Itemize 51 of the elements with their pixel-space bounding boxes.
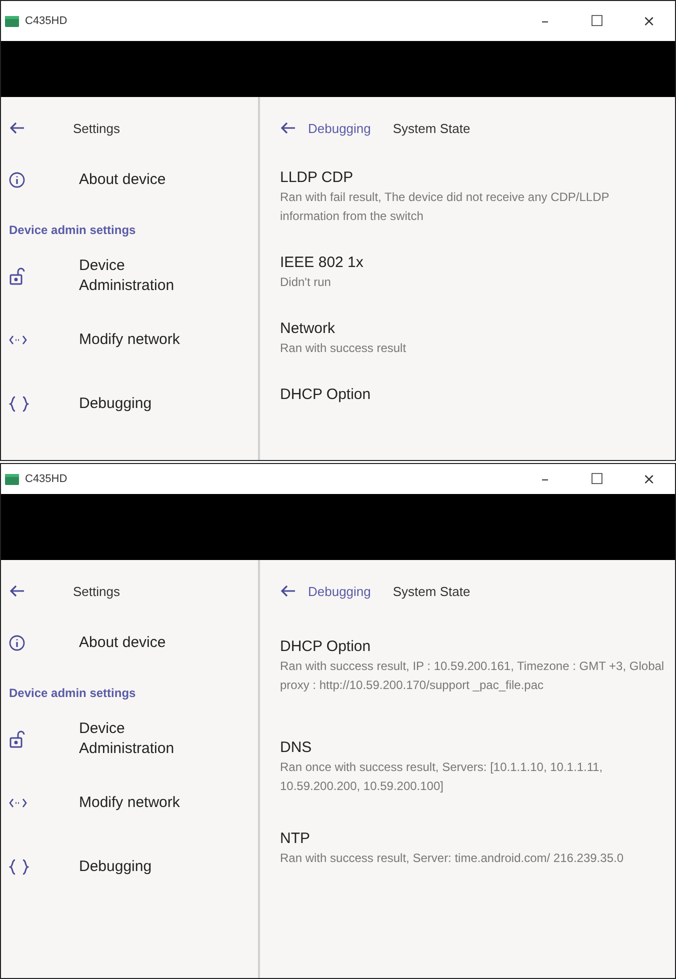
minimize-button[interactable]: – <box>519 8 571 34</box>
sidebar-item[interactable]: Modify network <box>79 330 189 350</box>
sidebar-item[interactable]: Debugging <box>79 394 189 414</box>
entry-detail: Ran once with success result, Servers: [10.1.1.10, 10.1.1.11, 10.59.200.200, 10.59.200.100] <box>280 759 604 795</box>
maximize-button[interactable]: ☐ <box>571 8 623 34</box>
info-icon <box>9 635 25 651</box>
unlocked-padlock-icon <box>9 267 25 285</box>
entry-title: DHCP Option <box>280 638 372 655</box>
entry-detail: Ran with success result, IP : 10.59.200.161, Timezone : GMT +3, Global proxy : http://10.59.200.170/support _pac_file.pac <box>280 658 666 694</box>
back-arrow-icon[interactable] <box>9 584 25 598</box>
braces-icon <box>9 396 29 412</box>
sidebar-item[interactable]: Modify network <box>79 793 189 813</box>
entry-detail: Ran with success result <box>280 340 408 357</box>
entry-detail: Ran with fail result, The device did not receive any CDP/LLDP information from the switch <box>280 189 610 225</box>
code-arrows-icon <box>9 334 27 346</box>
entry-detail: Ran with success result, Server: time.android.com/ 216.239.35.0 <box>280 850 624 867</box>
minimize-button[interactable]: – <box>519 466 571 492</box>
info-icon <box>9 172 25 188</box>
back-arrow-icon[interactable] <box>280 584 296 598</box>
window-title: C435HD <box>25 473 68 485</box>
app-icon <box>5 474 19 484</box>
sidebar-item[interactable]: Device Administration <box>79 256 189 296</box>
sidebar-item[interactable]: About device <box>79 170 189 190</box>
entry-title: IEEE 802 1x <box>280 254 364 271</box>
page-title: System State <box>392 584 470 598</box>
sidebar-item[interactable]: Debugging <box>79 857 189 877</box>
close-button[interactable]: × <box>623 8 675 34</box>
entry-title: DNS <box>280 739 313 756</box>
section-header: Device admin settings <box>8 223 137 237</box>
window-title: C435HD <box>25 15 68 27</box>
settings-label: Settings <box>73 584 120 598</box>
close-button[interactable]: × <box>623 466 675 492</box>
entry-title: NTP <box>280 830 311 847</box>
entry-title: DHCP Option <box>280 386 372 403</box>
section-header: Device admin settings <box>8 686 137 700</box>
app-icon <box>5 16 19 26</box>
page-title: System State <box>392 120 470 136</box>
entry-title: LLDP CDP <box>280 169 354 186</box>
sidebar-item[interactable]: About device <box>79 633 189 653</box>
breadcrumb-link[interactable]: Debugging <box>308 120 371 136</box>
back-arrow-icon[interactable] <box>280 121 296 135</box>
braces-icon <box>9 859 29 875</box>
back-arrow-icon[interactable] <box>9 121 25 135</box>
unlocked-padlock-icon <box>9 730 25 748</box>
sidebar-item[interactable]: Device Administration <box>79 719 189 759</box>
entry-title: Network <box>280 320 336 337</box>
settings-label: Settings <box>73 120 120 136</box>
entry-detail: Didn't run <box>280 274 332 291</box>
breadcrumb-link[interactable]: Debugging <box>308 584 371 598</box>
code-arrows-icon <box>9 797 27 809</box>
maximize-button[interactable]: ☐ <box>571 466 623 492</box>
